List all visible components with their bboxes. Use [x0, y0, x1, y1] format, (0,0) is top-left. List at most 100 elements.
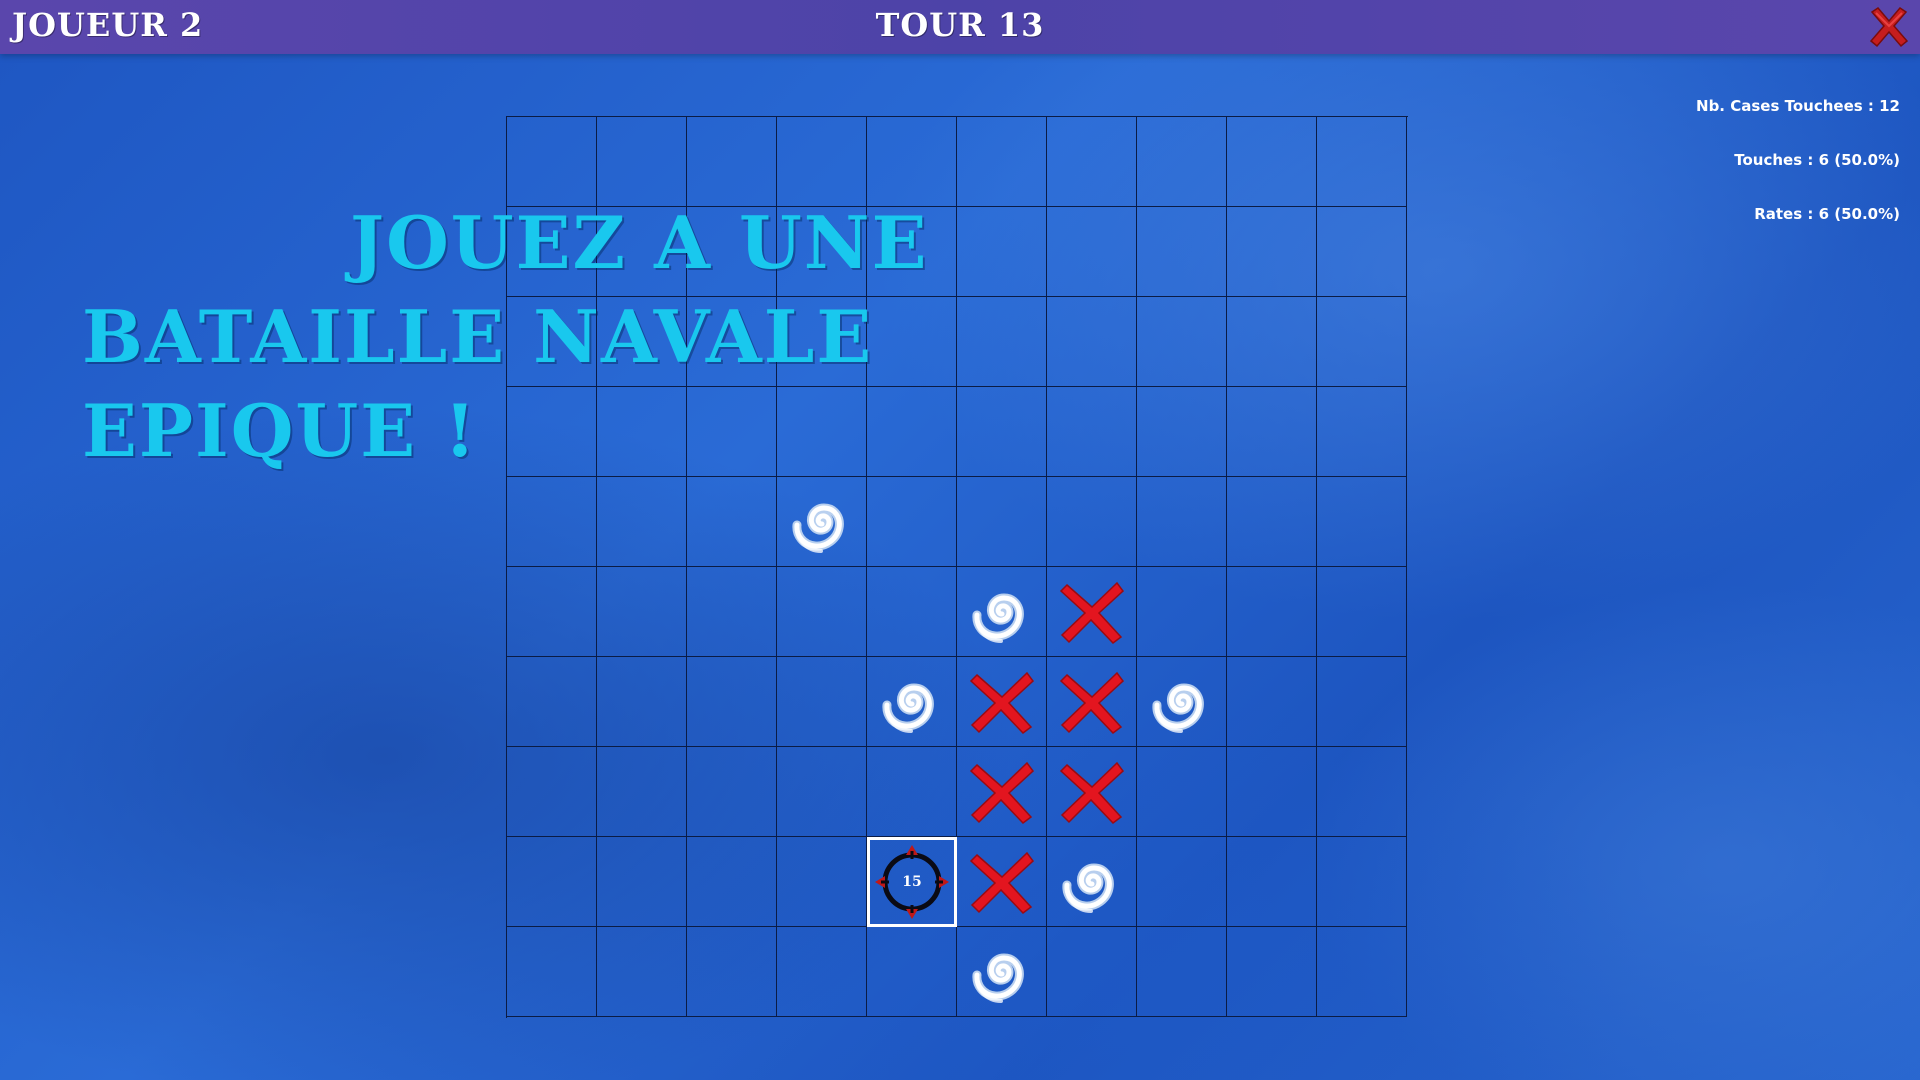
grid-cell[interactable] [777, 567, 867, 657]
grid-cell[interactable] [1227, 117, 1317, 207]
grid-cell[interactable] [1137, 387, 1227, 477]
grid-cell[interactable] [1227, 297, 1317, 387]
grid-cell[interactable] [867, 387, 957, 477]
grid-cell-miss[interactable] [1047, 837, 1137, 927]
grid-cell[interactable] [1227, 837, 1317, 927]
grid-cell[interactable] [1317, 657, 1407, 747]
grid-cell[interactable] [1227, 567, 1317, 657]
grid-cell[interactable] [687, 837, 777, 927]
grid-cell[interactable] [1137, 477, 1227, 567]
grid-cell[interactable] [867, 117, 957, 207]
grid-cell[interactable] [1227, 747, 1317, 837]
grid-cell[interactable] [687, 207, 777, 297]
grid-cell-miss[interactable] [957, 567, 1047, 657]
grid-cell[interactable] [1317, 297, 1407, 387]
grid-cell[interactable] [777, 387, 867, 477]
grid-cell-hit[interactable] [957, 657, 1047, 747]
grid-cell[interactable] [777, 657, 867, 747]
grid-cell[interactable] [1317, 117, 1407, 207]
grid-cell[interactable] [1137, 207, 1227, 297]
grid-cell[interactable] [1317, 567, 1407, 657]
grid-cell-target[interactable]: 15 [867, 837, 957, 927]
grid-cell[interactable] [867, 747, 957, 837]
grid-cell[interactable] [1137, 837, 1227, 927]
grid-cell[interactable] [597, 927, 687, 1017]
grid-cell[interactable] [597, 207, 687, 297]
battleship-grid[interactable]: 15 [506, 116, 1408, 1018]
grid-cell-hit[interactable] [1047, 567, 1137, 657]
grid-cell[interactable] [1137, 747, 1227, 837]
grid-cell[interactable] [597, 117, 687, 207]
grid-cell[interactable] [1227, 927, 1317, 1017]
grid-cell[interactable] [1047, 387, 1137, 477]
grid-cell[interactable] [1317, 747, 1407, 837]
grid-cell[interactable] [867, 297, 957, 387]
grid-cell[interactable] [597, 567, 687, 657]
grid-cell[interactable] [1137, 567, 1227, 657]
grid-cell[interactable] [1137, 297, 1227, 387]
grid-cell[interactable] [507, 747, 597, 837]
grid-cell-miss[interactable] [957, 927, 1047, 1017]
grid-cell[interactable] [687, 117, 777, 207]
grid-cell-hit[interactable] [957, 837, 1047, 927]
grid-cell[interactable] [507, 387, 597, 477]
close-button[interactable] [1866, 4, 1912, 50]
grid-cell[interactable] [597, 387, 687, 477]
grid-cell[interactable] [777, 927, 867, 1017]
grid-cell[interactable] [597, 657, 687, 747]
grid-cell[interactable] [1047, 117, 1137, 207]
grid-cell[interactable] [777, 837, 867, 927]
grid-cell[interactable] [1317, 927, 1407, 1017]
grid-cell-miss[interactable] [1137, 657, 1227, 747]
grid-cell[interactable] [687, 927, 777, 1017]
grid-cell[interactable] [687, 477, 777, 567]
grid-cell[interactable] [1047, 477, 1137, 567]
grid-cell-miss[interactable] [777, 477, 867, 567]
grid-cell[interactable] [597, 747, 687, 837]
grid-cell[interactable] [957, 477, 1047, 567]
grid-cell[interactable] [1317, 207, 1407, 297]
grid-cell[interactable] [957, 117, 1047, 207]
grid-cell[interactable] [507, 567, 597, 657]
grid-cell[interactable] [687, 747, 777, 837]
grid-cell[interactable] [1137, 927, 1227, 1017]
grid-cell[interactable] [867, 567, 957, 657]
grid-cell[interactable] [1137, 117, 1227, 207]
grid-cell[interactable] [777, 207, 867, 297]
grid-cell[interactable] [687, 567, 777, 657]
grid-cell[interactable] [1317, 387, 1407, 477]
grid-cell-miss[interactable] [867, 657, 957, 747]
grid-cell[interactable] [957, 297, 1047, 387]
grid-cell-hit[interactable] [1047, 747, 1137, 837]
grid-cell[interactable] [507, 927, 597, 1017]
grid-cell[interactable] [957, 387, 1047, 477]
grid-cell[interactable] [687, 297, 777, 387]
grid-cell[interactable] [1047, 927, 1137, 1017]
grid-cell[interactable] [507, 117, 597, 207]
grid-cell[interactable] [867, 207, 957, 297]
grid-cell[interactable] [1227, 387, 1317, 477]
grid-cell[interactable] [1317, 837, 1407, 927]
grid-cell[interactable] [597, 837, 687, 927]
grid-cell[interactable] [507, 657, 597, 747]
grid-cell[interactable] [687, 387, 777, 477]
grid-cell[interactable] [507, 477, 597, 567]
grid-cell[interactable] [867, 477, 957, 567]
grid-cell[interactable] [1317, 477, 1407, 567]
grid-cell[interactable] [1047, 207, 1137, 297]
grid-cell[interactable] [777, 117, 867, 207]
grid-cell[interactable] [1227, 207, 1317, 297]
grid-cell[interactable] [507, 207, 597, 297]
grid-cell[interactable] [597, 477, 687, 567]
grid-cell[interactable] [867, 927, 957, 1017]
grid-cell[interactable] [507, 837, 597, 927]
grid-cell-hit[interactable] [957, 747, 1047, 837]
grid-cell[interactable] [1227, 477, 1317, 567]
grid-cell[interactable] [1047, 297, 1137, 387]
grid-cell[interactable] [1227, 657, 1317, 747]
grid-cell[interactable] [507, 297, 597, 387]
grid-cell[interactable] [687, 657, 777, 747]
grid-cell[interactable] [597, 297, 687, 387]
grid-cell-hit[interactable] [1047, 657, 1137, 747]
grid-cell[interactable] [777, 747, 867, 837]
